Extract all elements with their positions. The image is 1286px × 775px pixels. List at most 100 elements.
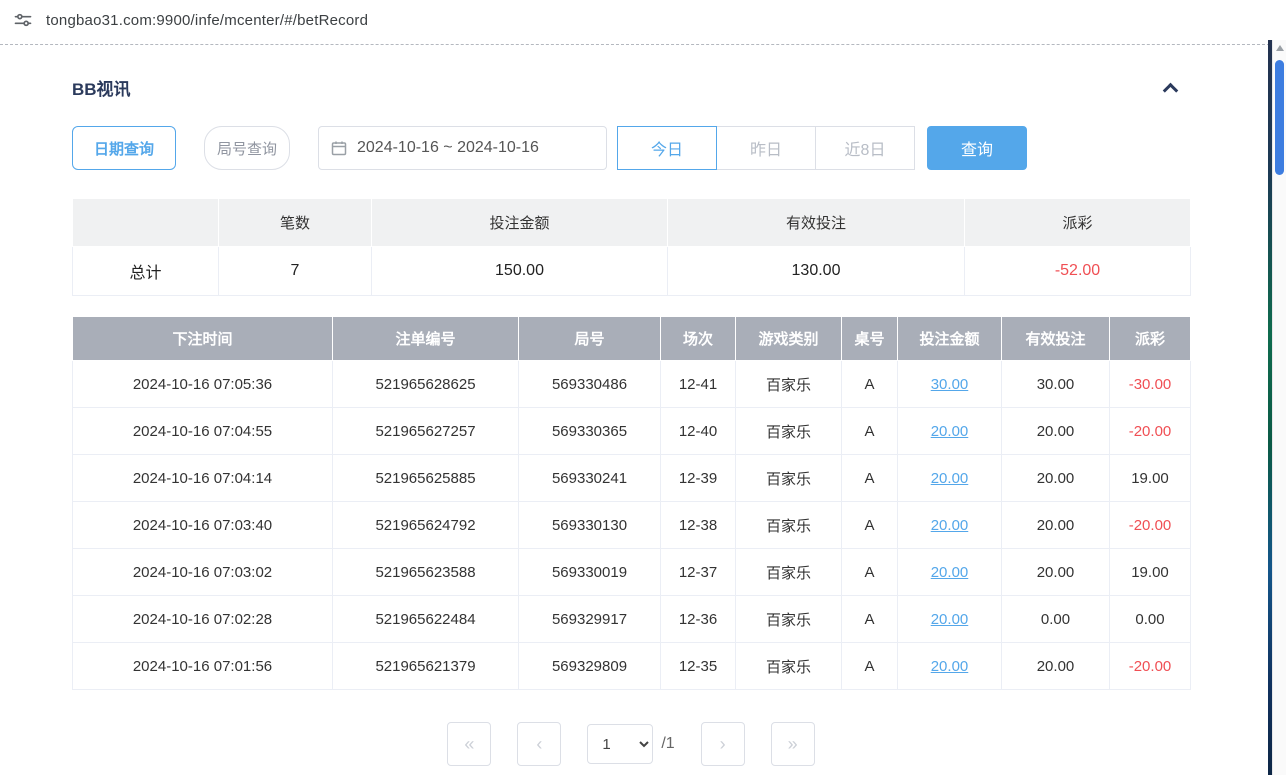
cell-bet[interactable]: 20.00 <box>898 455 1002 502</box>
summary-total-row: 总计 7 150.00 130.00 -52.00 <box>73 247 1191 296</box>
cell-valid: 20.00 <box>1002 408 1110 455</box>
yesterday-button[interactable]: 昨日 <box>716 126 816 170</box>
last-8-days-button[interactable]: 近8日 <box>815 126 915 170</box>
cell-time: 2024-10-16 07:03:40 <box>73 502 333 549</box>
cell-table-no: A <box>842 596 898 643</box>
cell-round: 569330241 <box>519 455 661 502</box>
cell-time: 2024-10-16 07:05:36 <box>73 361 333 408</box>
cell-game: 百家乐 <box>736 643 842 690</box>
pagination: « ‹ 1 /1 › » <box>72 722 1190 766</box>
cell-valid: 20.00 <box>1002 455 1110 502</box>
cell-bet-id: 521965627257 <box>333 408 519 455</box>
cell-game: 百家乐 <box>736 502 842 549</box>
cell-bet-id: 521965625885 <box>333 455 519 502</box>
cell-bet[interactable]: 30.00 <box>898 361 1002 408</box>
table-row: 2024-10-16 07:04:55521965627257569330365… <box>73 408 1191 455</box>
page-title: BB视讯 <box>72 75 131 100</box>
cell-bet-id: 521965628625 <box>333 361 519 408</box>
page-total-label: /1 <box>661 735 674 753</box>
cell-payout: -20.00 <box>1110 643 1191 690</box>
cell-time: 2024-10-16 07:03:02 <box>73 549 333 596</box>
cell-table-no: A <box>842 361 898 408</box>
cell-bet[interactable]: 20.00 <box>898 502 1002 549</box>
cell-bet-id: 521965622484 <box>333 596 519 643</box>
date-range-picker[interactable]: 2024-10-16 ~ 2024-10-16 <box>318 126 607 170</box>
last-page-button[interactable]: » <box>771 722 815 766</box>
cell-valid: 20.00 <box>1002 643 1110 690</box>
col-header-payout: 派彩 <box>1110 317 1191 361</box>
col-header-valid-bet: 有效投注 <box>1002 317 1110 361</box>
col-header-session: 场次 <box>661 317 736 361</box>
cell-session: 12-35 <box>661 643 736 690</box>
cell-game: 百家乐 <box>736 596 842 643</box>
col-header-table-no: 桌号 <box>842 317 898 361</box>
cell-payout: -20.00 <box>1110 408 1191 455</box>
next-page-button[interactable]: › <box>701 722 745 766</box>
cell-table-no: A <box>842 455 898 502</box>
col-header-game-type: 游戏类别 <box>736 317 842 361</box>
cell-bet[interactable]: 20.00 <box>898 643 1002 690</box>
bet-table-body: 2024-10-16 07:05:36521965628625569330486… <box>73 361 1191 690</box>
cell-round: 569330019 <box>519 549 661 596</box>
search-button[interactable]: 查询 <box>927 126 1027 170</box>
summary-header-bet-amount: 投注金额 <box>372 199 668 247</box>
cell-round: 569330365 <box>519 408 661 455</box>
cell-session: 12-41 <box>661 361 736 408</box>
date-range-value: 2024-10-16 ~ 2024-10-16 <box>357 139 539 157</box>
cell-bet[interactable]: 20.00 <box>898 549 1002 596</box>
scroll-up-arrow-icon[interactable] <box>1276 45 1284 51</box>
cell-round: 569330486 <box>519 361 661 408</box>
vertical-scrollbar[interactable] <box>1272 40 1286 775</box>
cell-bet-id: 521965623588 <box>333 549 519 596</box>
cell-session: 12-37 <box>661 549 736 596</box>
cell-table-no: A <box>842 502 898 549</box>
cell-round: 569329809 <box>519 643 661 690</box>
cell-table-no: A <box>842 408 898 455</box>
cell-valid: 0.00 <box>1002 596 1110 643</box>
summary-header-blank <box>73 199 219 247</box>
cell-session: 12-39 <box>661 455 736 502</box>
cell-payout: 19.00 <box>1110 455 1191 502</box>
page-select[interactable]: 1 <box>587 724 653 764</box>
summary-bet-amount-value: 150.00 <box>372 247 668 296</box>
cell-payout: -20.00 <box>1110 502 1191 549</box>
cell-valid: 20.00 <box>1002 549 1110 596</box>
cell-payout: 0.00 <box>1110 596 1191 643</box>
table-row: 2024-10-16 07:02:28521965622484569329917… <box>73 596 1191 643</box>
cell-game: 百家乐 <box>736 455 842 502</box>
site-settings-icon[interactable] <box>12 9 34 31</box>
round-query-tab[interactable]: 局号查询 <box>204 126 290 170</box>
cell-bet[interactable]: 20.00 <box>898 596 1002 643</box>
cell-game: 百家乐 <box>736 549 842 596</box>
cell-table-no: A <box>842 549 898 596</box>
filter-row: 日期查询 局号查询 2024-10-16 ~ 2024-10-16 今日 昨日 … <box>72 126 1190 170</box>
cell-game: 百家乐 <box>736 408 842 455</box>
cell-round: 569329917 <box>519 596 661 643</box>
table-row: 2024-10-16 07:04:14521965625885569330241… <box>73 455 1191 502</box>
cell-payout: 19.00 <box>1110 549 1191 596</box>
quick-range-group: 今日 昨日 近8日 <box>617 126 915 170</box>
first-page-button[interactable]: « <box>447 722 491 766</box>
cell-valid: 30.00 <box>1002 361 1110 408</box>
cell-game: 百家乐 <box>736 361 842 408</box>
table-row: 2024-10-16 07:03:02521965623588569330019… <box>73 549 1191 596</box>
summary-valid-bet-value: 130.00 <box>668 247 965 296</box>
cell-time: 2024-10-16 07:04:55 <box>73 408 333 455</box>
bet-table-header-row: 下注时间 注单编号 局号 场次 游戏类别 桌号 投注金额 有效投注 派彩 <box>73 317 1191 361</box>
summary-header-count: 笔数 <box>219 199 372 247</box>
cell-time: 2024-10-16 07:02:28 <box>73 596 333 643</box>
address-url[interactable]: tongbao31.com:9900/infe/mcenter/#/betRec… <box>46 12 368 29</box>
col-header-bet-id: 注单编号 <box>333 317 519 361</box>
cell-session: 12-38 <box>661 502 736 549</box>
cell-bet[interactable]: 20.00 <box>898 408 1002 455</box>
calendar-icon <box>331 140 347 156</box>
today-button[interactable]: 今日 <box>617 126 717 170</box>
date-query-tab[interactable]: 日期查询 <box>72 126 176 170</box>
summary-payout-value: -52.00 <box>965 247 1191 296</box>
collapse-chevron-icon[interactable] <box>1163 83 1179 99</box>
prev-page-button[interactable]: ‹ <box>517 722 561 766</box>
scrollbar-thumb[interactable] <box>1275 60 1284 175</box>
cell-payout: -30.00 <box>1110 361 1191 408</box>
cell-session: 12-40 <box>661 408 736 455</box>
summary-header-valid-bet: 有效投注 <box>668 199 965 247</box>
